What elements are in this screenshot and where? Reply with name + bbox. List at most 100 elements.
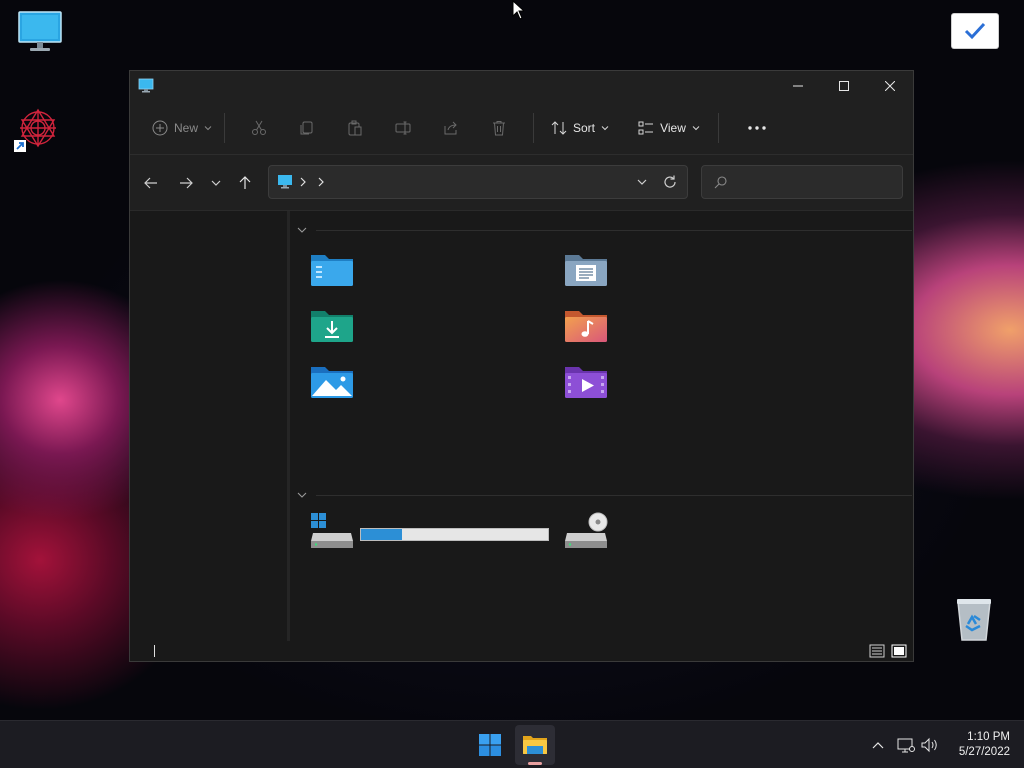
address-history-dropdown-icon[interactable] <box>637 177 647 187</box>
share-button[interactable] <box>427 112 475 144</box>
separator <box>718 112 719 143</box>
breadcrumb-chevron-icon[interactable] <box>317 176 325 188</box>
downloads-folder[interactable] <box>310 307 354 347</box>
pictures-folder[interactable] <box>310 363 354 403</box>
network-icon <box>897 738 915 753</box>
view-icon <box>638 121 654 134</box>
status-bar <box>130 641 913 661</box>
details-view-icon[interactable] <box>869 644 885 658</box>
dvd-drive[interactable] <box>564 511 608 551</box>
documents-folder[interactable] <box>564 251 608 291</box>
search-icon <box>714 176 727 189</box>
delete-button[interactable] <box>475 112 523 144</box>
more-options-button[interactable] <box>737 112 777 144</box>
checkmark-widget[interactable] <box>952 14 998 48</box>
recycle-bin-icon[interactable] <box>950 596 998 644</box>
sort-icon <box>551 120 567 135</box>
back-arrow-icon <box>144 177 157 189</box>
up-button[interactable] <box>231 169 259 197</box>
status-text-caret <box>154 645 155 657</box>
maximize-icon <box>839 81 849 91</box>
breadcrumb-chevron-icon[interactable] <box>299 176 307 188</box>
recent-dropdown-icon <box>211 180 221 186</box>
this-pc-icon <box>138 78 154 93</box>
collapse-chevron-icon <box>297 227 307 233</box>
new-button[interactable]: New <box>150 112 214 144</box>
windows-start-icon <box>479 734 501 756</box>
active-app-indicator <box>528 762 542 765</box>
rename-button[interactable] <box>379 112 427 144</box>
command-bar: New Sort View <box>130 101 913 155</box>
forward-button[interactable] <box>172 169 200 197</box>
new-label: New <box>173 120 198 135</box>
this-pc-icon <box>278 175 292 189</box>
start-button[interactable] <box>470 725 510 765</box>
forward-arrow-icon <box>180 177 193 189</box>
sort-label: Sort <box>572 120 595 135</box>
navigation-pane[interactable] <box>130 211 288 641</box>
file-explorer-icon <box>523 736 547 754</box>
cut-button[interactable] <box>235 112 283 144</box>
sort-button[interactable]: Sort <box>544 112 616 144</box>
file-explorer-taskbar-button[interactable] <box>515 725 555 765</box>
pictures-folder-icon <box>311 367 353 398</box>
address-bar[interactable] <box>268 165 688 199</box>
title-bar[interactable] <box>130 71 913 101</box>
minimize-button[interactable] <box>775 71 821 101</box>
chevron-down-icon <box>204 125 212 130</box>
local-disk-drive[interactable] <box>310 511 354 551</box>
back-button[interactable] <box>137 169 165 197</box>
search-input[interactable] <box>701 165 903 199</box>
close-button[interactable] <box>867 71 913 101</box>
chevron-down-icon <box>601 125 609 130</box>
delete-icon <box>493 120 505 135</box>
videos-folder[interactable] <box>564 363 608 403</box>
mandala-shortcut-icon[interactable] <box>14 106 62 154</box>
this-pc-desktop-icon[interactable] <box>16 10 64 58</box>
group-divider <box>316 230 912 231</box>
mouse-cursor-icon <box>512 0 524 20</box>
maximize-button[interactable] <box>821 71 867 101</box>
up-arrow-icon <box>239 176 251 189</box>
show-hidden-icons-chevron <box>872 742 884 749</box>
group-divider <box>316 495 912 496</box>
volume-button[interactable] <box>920 735 940 755</box>
drives-group-header[interactable] <box>296 487 912 503</box>
clock[interactable]: 1:10 PM 5/27/2022 <box>959 730 1010 760</box>
tiles-view-icon[interactable] <box>891 644 907 658</box>
clock-time: 1:10 PM <box>967 731 1010 743</box>
documents-folder-icon <box>565 255 607 286</box>
cut-icon <box>252 120 266 135</box>
separator <box>533 112 534 143</box>
content-area <box>290 211 913 641</box>
show-hidden-icons-button[interactable] <box>868 735 888 755</box>
more-icon <box>748 125 766 130</box>
separator <box>224 112 225 143</box>
file-explorer-window: New Sort View <box>129 70 914 662</box>
copy-button[interactable] <box>283 112 331 144</box>
paste-button[interactable] <box>331 112 379 144</box>
refresh-icon[interactable] <box>663 175 677 189</box>
clock-date: 5/27/2022 <box>958 746 1010 758</box>
music-folder[interactable] <box>564 307 608 347</box>
view-button[interactable]: View <box>630 112 708 144</box>
optical-drive-icon <box>565 512 608 548</box>
copy-icon <box>300 121 313 134</box>
rename-icon <box>395 121 411 134</box>
network-button[interactable] <box>896 735 916 755</box>
share-icon <box>444 121 457 134</box>
music-folder-icon <box>565 311 607 342</box>
local-disk-usage-bar <box>360 528 549 541</box>
downloads-folder-icon <box>311 311 353 342</box>
local-disk-usage-fill <box>361 529 403 540</box>
collapse-chevron-icon <box>297 492 307 498</box>
recent-locations-button[interactable] <box>202 169 230 197</box>
desktop-folder[interactable] <box>310 251 354 291</box>
paste-icon <box>348 120 362 135</box>
windows-drive-icon <box>311 513 353 548</box>
folders-group-header[interactable] <box>296 222 912 238</box>
checkmark-icon <box>964 22 986 40</box>
minimize-icon <box>793 85 803 87</box>
desktop-folder-icon <box>311 255 353 286</box>
taskbar: 1:10 PM 5/27/2022 <box>0 720 1024 768</box>
